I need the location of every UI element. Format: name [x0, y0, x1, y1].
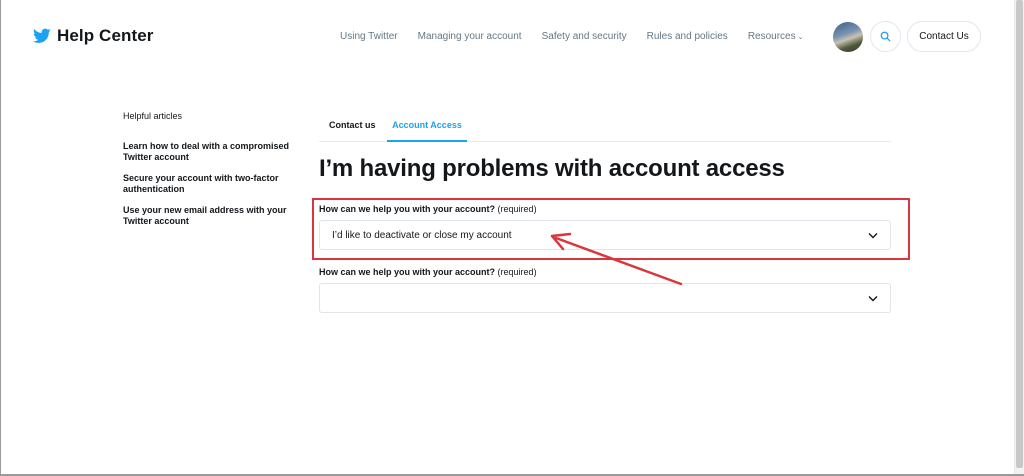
article-link-line: authentication	[123, 184, 185, 194]
article-link-line: Learn how to deal with a compromised	[123, 141, 290, 151]
top-nav: Using Twitter Managing your account Safe…	[340, 31, 824, 42]
sidebar-heading: Helpful articles	[123, 111, 183, 121]
page-title: I’m having problems with account access	[319, 155, 785, 182]
required-note: (required)	[497, 267, 537, 277]
avatar[interactable]	[833, 22, 863, 52]
brand-logo[interactable]: Help Center	[33, 26, 154, 46]
scrollbar-thumb[interactable]	[1016, 0, 1023, 468]
search-icon	[880, 31, 891, 42]
article-link-new-email[interactable]: Use your new email address with your Twi…	[123, 205, 308, 227]
nav-using-twitter[interactable]: Using Twitter	[340, 31, 398, 42]
annotation-highlight-box	[312, 198, 910, 260]
nav-resources[interactable]: Resources ⌄	[748, 31, 804, 42]
nav-rules-policies[interactable]: Rules and policies	[647, 31, 728, 42]
search-button[interactable]	[870, 21, 901, 52]
article-link-line: Twitter account	[123, 152, 189, 162]
chevron-down-icon: ⌄	[797, 34, 804, 41]
chevron-down-icon	[868, 296, 878, 302]
nav-managing-account[interactable]: Managing your account	[418, 31, 522, 42]
field-label-help-2: How can we help you with your account? (…	[319, 267, 537, 277]
contact-us-button[interactable]: Contact Us	[907, 21, 981, 52]
brand-title: Help Center	[57, 26, 154, 45]
nav-safety-security[interactable]: Safety and security	[542, 31, 627, 42]
scrollbar[interactable]	[1014, 0, 1024, 476]
tab-contact-us[interactable]: Contact us	[329, 112, 376, 142]
article-link-line: Use your new email address with your	[123, 205, 287, 215]
form-tabs: Contact us Account Access	[319, 112, 891, 142]
tab-account-access[interactable]: Account Access	[387, 112, 467, 142]
help-subtopic-select[interactable]	[319, 283, 891, 313]
article-link-line: Secure your account with two-factor	[123, 173, 279, 183]
article-link-line: Twitter account	[123, 216, 189, 226]
nav-resources-label: Resources	[747, 31, 796, 42]
twitter-bird-icon	[33, 28, 51, 43]
helpful-articles-sidebar: Helpful articles Learn how to deal with …	[123, 111, 308, 237]
field-label-text: How can we help you with your account?	[319, 267, 496, 277]
article-link-two-factor[interactable]: Secure your account with two-factor auth…	[123, 173, 308, 195]
header: Help Center Using Twitter Managing your …	[0, 0, 1014, 74]
article-link-compromised-account[interactable]: Learn how to deal with a compromised Twi…	[123, 141, 308, 163]
